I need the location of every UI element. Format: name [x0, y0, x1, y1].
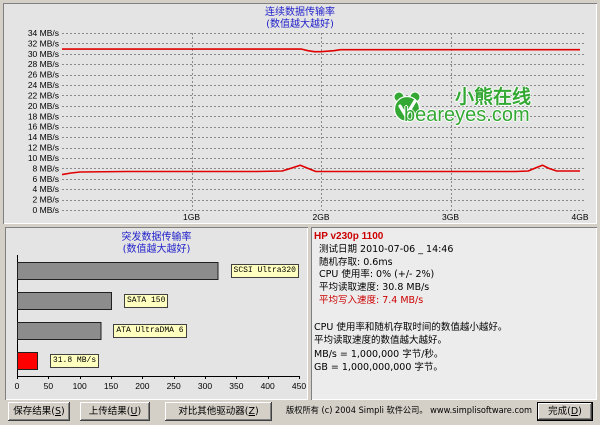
bar-sata-150 [17, 292, 112, 310]
x-tick-label: 2GB [312, 212, 329, 222]
average-write-speed: 平均写入速度: 7.4 MB/s [319, 294, 424, 306]
note-line: CPU 使用率和随机存取时间的数值越小越好。 [314, 322, 508, 333]
result-notes: CPU 使用率和随机存取时间的数值越小越好。 平均读取速度的数值越大越好。 MB… [311, 321, 597, 375]
bar-ata-ultradma-6 [17, 322, 102, 340]
y-tick-label: 4 MB/s [33, 184, 59, 194]
sequential-transfer-panel: 连续数据传输率 (数值越大越好) 0 MB/s 2 MB/s 4 MB/s 6 MB/… [3, 3, 597, 224]
x-tick-label: 100 [73, 381, 87, 391]
y-tick-label: 24 MB/s [28, 80, 59, 90]
drive-results: HP v230p 1100 测试日期 2010-07-06 _ 14:46 随机… [311, 231, 597, 308]
bar-label: SCSI Ultra320 [230, 264, 299, 278]
button-label: 对比其他驱动器( [178, 406, 249, 417]
done-button[interactable]: 完成(D) [537, 402, 593, 421]
copyright-text: 版权所有 (c) 2004 Simpli 软件公司。 www.simplisof… [286, 406, 533, 416]
y-tick-label: 34 MB/s [28, 28, 59, 38]
button-label: 完成( [548, 406, 571, 417]
y-tick-label: 20 MB/s [28, 101, 59, 111]
bar-31-8-mb-s [17, 352, 38, 370]
y-tick-label: 10 MB/s [28, 153, 59, 163]
note-line: GB = 1,000,000,000 字节。 [314, 362, 443, 374]
x-tick-label: 4GB [571, 212, 588, 222]
x-tick-label: 50 [44, 381, 54, 391]
burst-transfer-chart: 0 50 100 150 200 250 300 350 400 450 [15, 255, 306, 391]
upload-results-button[interactable]: 上传结果(U) [80, 402, 150, 421]
test-date: 测试日期 2010-07-06 _ 14:46 [319, 243, 454, 255]
button-label: ) [255, 406, 259, 417]
x-tick-label: 0 [15, 381, 20, 391]
x-tick-label: 150 [104, 381, 118, 391]
y-tick-label: 14 MB/s [28, 132, 59, 142]
bar-label: 31.8 MB/s [49, 354, 100, 368]
save-results-button[interactable]: 保存结果(S) [8, 402, 70, 421]
bar-label: SATA 150 [124, 294, 169, 308]
y-tick-label: 8 MB/s [33, 163, 59, 173]
x-tick-label: 300 [198, 381, 212, 391]
button-label: ) [578, 406, 582, 417]
x-tick-label: 400 [261, 381, 275, 391]
button-label: 上传结果( [88, 406, 131, 417]
y-tick-label: 18 MB/s [28, 111, 59, 121]
x-tick-label: 250 [167, 381, 181, 391]
note-line: MB/s = 1,000,000 字节/秒。 [314, 348, 444, 360]
y-tick-label: 22 MB/s [28, 90, 59, 100]
y-tick-label: 16 MB/s [28, 122, 59, 132]
bar-label: ATA UltraDMA 6 [113, 324, 187, 338]
x-tick-label: 350 [229, 381, 243, 391]
note-line: 平均读取速度的数值越大越好。 [314, 335, 448, 347]
drive-name: HP v230p 1100 [314, 231, 384, 242]
burst-transfer-panel: 突发数据传输率 (数值越大越好) 0 50 100 150 200 250 300 350 40… [5, 227, 308, 400]
y-tick-label: 12 MB/s [28, 143, 59, 153]
y-tick-label: 26 MB/s [28, 70, 59, 80]
button-label: ) [61, 406, 65, 417]
cpu-usage: CPU 使用率: 0% (+/- 2%) [319, 269, 435, 281]
average-read-speed: 平均读取速度: 30.8 MB/s [319, 282, 430, 294]
x-tick-label: 450 [292, 381, 306, 391]
y-tick-label: 0 MB/s [33, 205, 59, 215]
bar-scsi-ultra320 [17, 262, 219, 280]
drive-info-panel: HP v230p 1100 测试日期 2010-07-06 _ 14:46 随机… [311, 227, 597, 400]
x-tick-label: 3GB [442, 212, 459, 222]
y-tick-label: 32 MB/s [28, 38, 59, 48]
compare-drives-button[interactable]: 对比其他驱动器(Z) [165, 402, 272, 421]
y-tick-label: 30 MB/s [28, 49, 59, 59]
watermark-brand-en: beareyes.com [404, 104, 530, 126]
button-label: ) [137, 406, 142, 417]
y-tick-label: 2 MB/s [33, 195, 59, 205]
x-tick-label: 200 [135, 381, 149, 391]
x-tick-label: 1GB [183, 212, 200, 222]
button-label: 保存结果( [13, 406, 55, 417]
y-tick-label: 6 MB/s [33, 174, 59, 184]
y-tick-label: 28 MB/s [28, 59, 59, 69]
random-access-time: 随机存取: 0.6ms [319, 256, 393, 268]
